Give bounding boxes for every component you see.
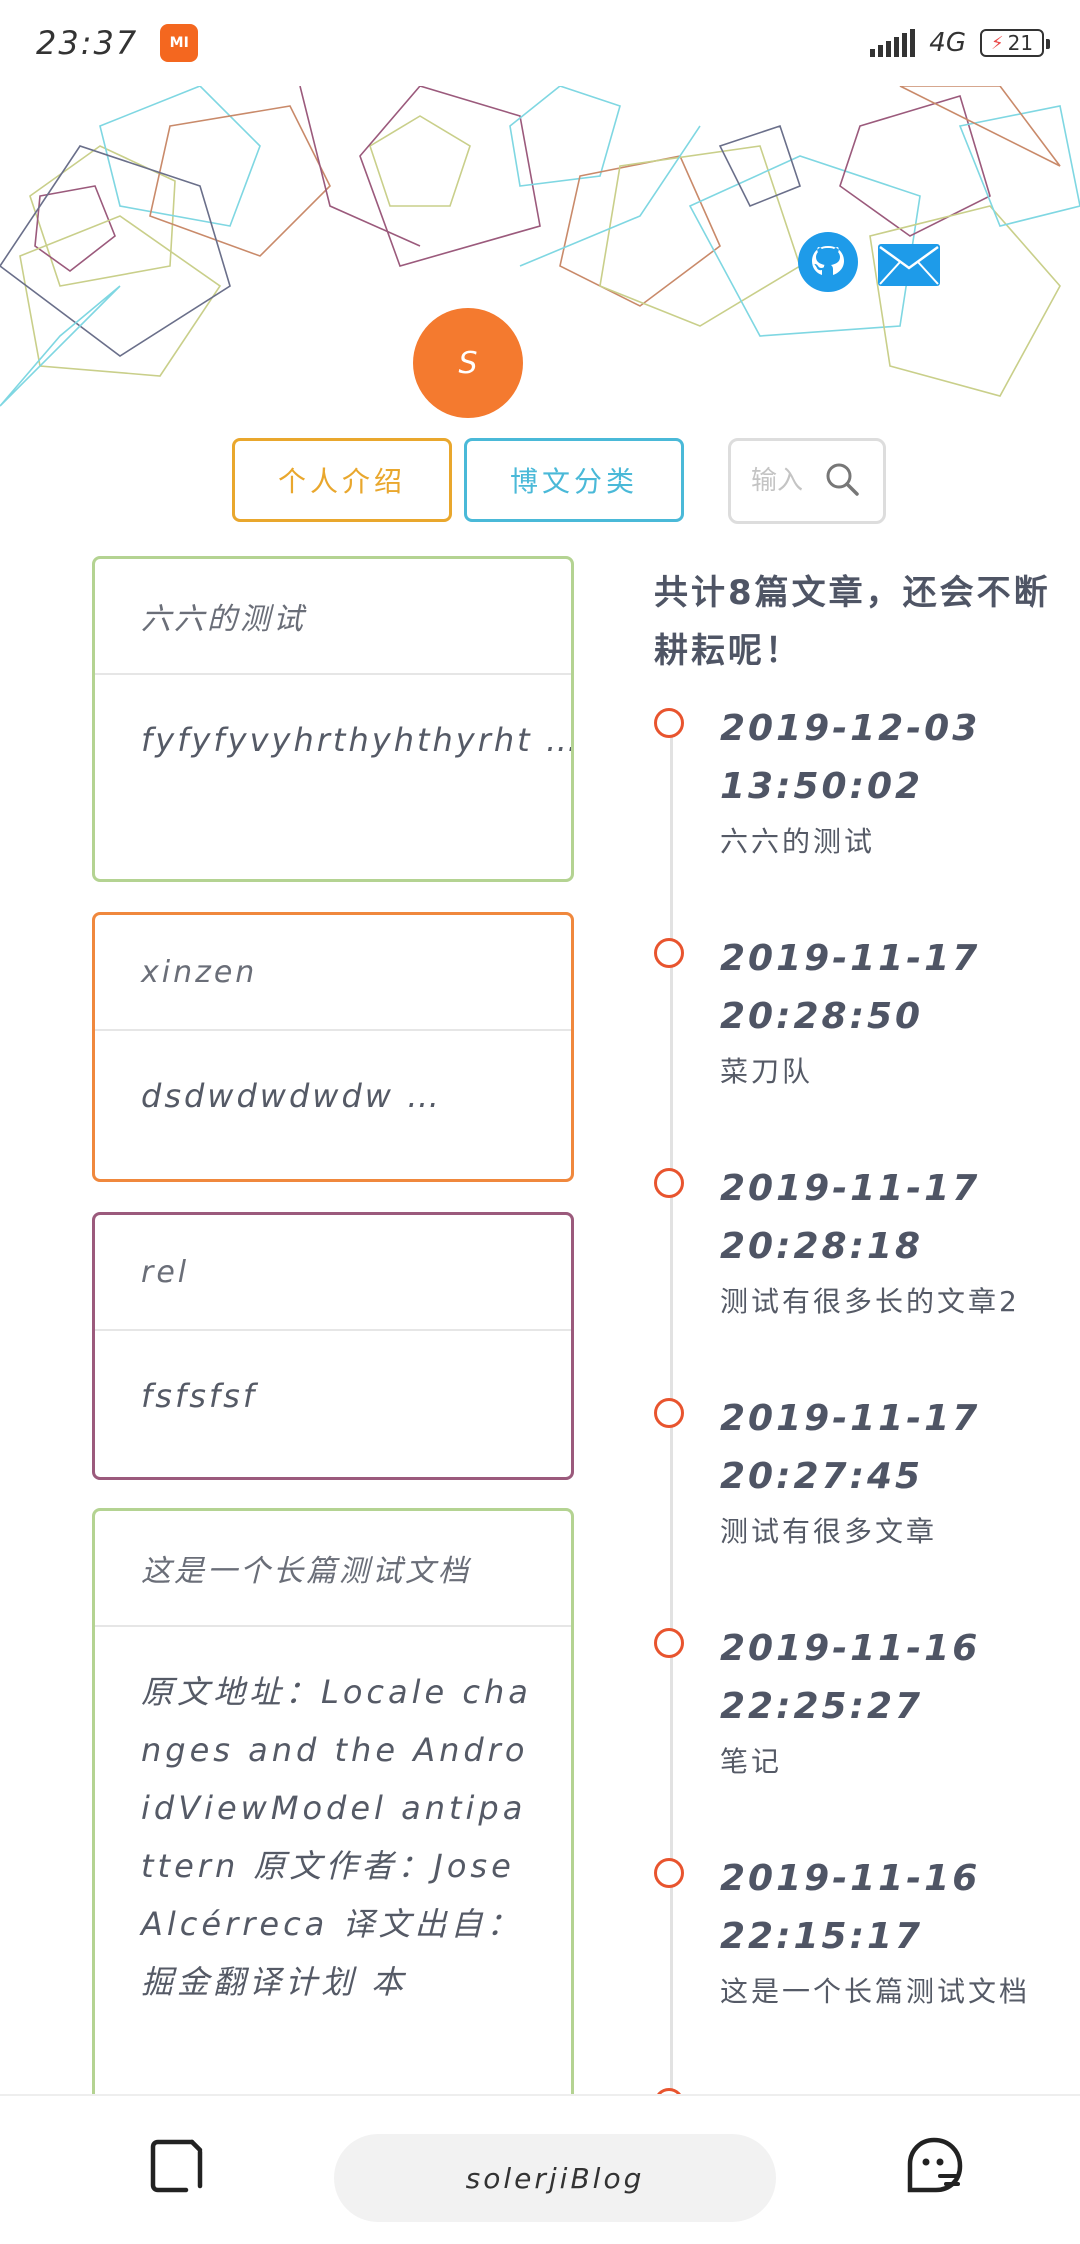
signal-icon xyxy=(870,29,916,57)
search-icon[interactable] xyxy=(823,460,861,502)
network-label: 4G xyxy=(929,28,966,58)
assistant-icon[interactable] xyxy=(902,2134,966,2198)
timeline-dot xyxy=(654,1398,684,1428)
post-card[interactable]: 这是一个长篇测试文档 原文地址：Locale changes and the A… xyxy=(92,1508,574,2108)
timeline-title[interactable]: 测试有很多长的文章2 xyxy=(720,1280,1020,1320)
timeline-date: 2019-11-16 22:25:27 xyxy=(720,1628,981,1727)
header-banner: S xyxy=(0,86,1080,446)
timeline-title[interactable]: 六六的测试 xyxy=(720,820,875,860)
post-excerpt: fsfsfsf xyxy=(141,1377,258,1415)
search-box[interactable] xyxy=(728,438,886,524)
url-bar[interactable]: solerjiBlog xyxy=(334,2134,776,2222)
timeline-date: 2019-11-17 20:28:18 xyxy=(720,1168,981,1267)
post-title: xinzen xyxy=(95,915,571,1031)
post-excerpt: 原文地址：Locale changes and the AndroidViewM… xyxy=(141,1673,532,2001)
timeline-summary: 共计8篇文章，还会不断耕耘呢！ xyxy=(654,573,1051,671)
github-icon[interactable] xyxy=(798,232,858,292)
timeline-dot xyxy=(654,1858,684,1888)
timeline-title[interactable]: 测试有很多文章 xyxy=(720,1510,937,1550)
mail-icon[interactable] xyxy=(878,244,940,286)
status-right: 4G ⚡ 21 xyxy=(870,28,1050,58)
timeline-title[interactable]: 这是一个长篇测试文档 xyxy=(720,1970,1030,2010)
post-card[interactable]: rel fsfsfsf xyxy=(92,1212,574,1480)
timeline-dot xyxy=(654,938,684,968)
post-excerpt: dsdwdwdwdw … xyxy=(141,1077,443,1115)
tabs-icon[interactable] xyxy=(148,2136,208,2196)
post-card[interactable]: 六六的测试 fyfyfyvyhrthyhthyrht … xyxy=(92,556,574,882)
status-left: 23:37 MI xyxy=(36,24,199,62)
timeline-date: 2019-11-17 20:28:50 xyxy=(720,938,981,1037)
status-bar: 23:37 MI 4G ⚡ 21 xyxy=(0,0,1080,86)
browser-bottom-bar: solerjiBlog xyxy=(0,2094,1080,2244)
search-input[interactable] xyxy=(749,465,813,497)
battery-icon: ⚡ 21 xyxy=(980,29,1050,57)
post-excerpt: fyfyfyvyhrthyhthyrht … xyxy=(141,721,574,759)
blog-page: 23:37 MI 4G ⚡ 21 S 个人介绍 博文分类 输入 六六的测试 fy… xyxy=(0,0,1080,2244)
status-time: 23:37 xyxy=(36,24,139,62)
mi-app-icon: MI xyxy=(160,24,199,62)
post-title: 六六的测试 xyxy=(95,559,571,675)
timeline-date: 2019-12-03 13:50:02 xyxy=(720,708,981,807)
timeline-title[interactable]: 菜刀队 xyxy=(720,1050,813,1090)
battery-level: 21 xyxy=(1007,31,1034,55)
timeline-date: 2019-11-16 22:15:17 xyxy=(720,1858,981,1957)
timeline-dot xyxy=(654,1168,684,1198)
timeline-title[interactable]: 笔记 xyxy=(720,1740,782,1780)
about-button[interactable]: 个人介绍 xyxy=(232,438,452,522)
categories-button[interactable]: 博文分类 xyxy=(464,438,684,522)
timeline-dot xyxy=(654,1628,684,1658)
avatar[interactable]: S xyxy=(413,308,523,418)
post-title: 这是一个长篇测试文档 xyxy=(95,1511,571,1627)
charging-icon: ⚡ xyxy=(990,32,1004,54)
post-title: rel xyxy=(95,1215,571,1331)
timeline-dot xyxy=(654,708,684,738)
timeline-date: 2019-11-17 20:27:45 xyxy=(720,1398,981,1497)
post-card[interactable]: xinzen dsdwdwdwdw … xyxy=(92,912,574,1182)
